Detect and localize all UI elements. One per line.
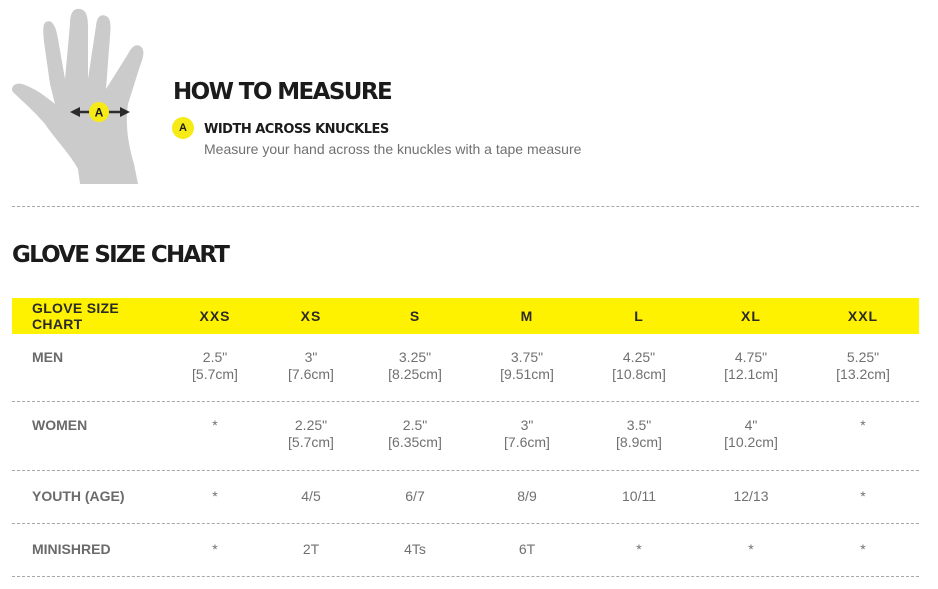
cell-inch-value: 3.5" [626,417,652,433]
table-row-youth: YOUTH (AGE) * 4/5 6/7 8/9 10/11 12/13 * [12,471,919,524]
cell-cm-value: [5.7cm] [288,434,334,450]
cell-cm-value: [10.2cm] [724,434,778,450]
table-cell: 3.75" [9.51cm] [472,349,582,383]
cell-inch-value: 10/11 [622,488,656,504]
row-label: MINISHRED [32,541,111,557]
table-cell: * [160,541,270,558]
table-row-men: MEN 2.5" [5.7cm] 3" [7.6cm] 3.25" [8.25cm] 3.75… [12,334,919,402]
table-cell: 3" [7.6cm] [472,417,582,451]
glove-size-table: GLOVE SIZE CHART XXS XS S M L XL XXL MEN… [12,298,919,577]
row-label: MEN [32,349,64,365]
table-cell: * [696,541,806,558]
cell-inch-value: * [212,541,218,557]
measurement-name: WIDTH ACROSS KNUCKLES [204,122,389,137]
how-to-measure-title: HOW TO MEASURE [173,79,393,105]
cell-inch-value: * [860,541,866,557]
cell-inch-value: 4" [744,417,758,433]
table-cell: 3.5" [8.9cm] [584,417,694,451]
cell-inch-value: 2.5" [402,417,428,433]
table-cell: 10/11 [584,488,694,505]
table-row-women: WOMEN * 2.25" [5.7cm] 2.5" [6.35cm] 3" [7.6cm] 3… [12,402,919,471]
table-cell: 5.25" [13.2cm] [808,349,918,383]
header-size-m: M [520,308,534,324]
row-label: WOMEN [32,417,88,433]
cell-inch-value: 3" [520,417,534,433]
cell-cm-value: [9.51cm] [500,366,554,382]
cell-cm-value: [7.6cm] [288,366,334,382]
hand-silhouette [12,8,144,184]
header-size-xxl: XXL [847,308,879,324]
table-cell: 2.5" [5.7cm] [160,349,270,383]
table-cell: 6/7 [360,488,470,505]
cell-inch-value: 4/5 [301,488,321,504]
table-cell: 4/5 [256,488,366,505]
measurement-description: Measure your hand across the knuckles wi… [204,141,582,157]
cell-cm-value: [10.8cm] [612,366,666,382]
table-cell: * [584,541,694,558]
cell-cm-value: [12.1cm] [724,366,778,382]
header-size-xs: XS [300,308,322,324]
glove-size-chart-title: GLOVE SIZE CHART [12,242,230,268]
cell-inch-value: 3.75" [510,349,544,365]
cell-inch-value: 4.25" [622,349,656,365]
cell-inch-value: 5.25" [846,349,880,365]
cell-cm-value: [7.6cm] [504,434,550,450]
cell-inch-value: 12/13 [733,488,769,504]
table-cell: 8/9 [472,488,582,505]
table-cell: * [808,541,918,558]
section-divider [12,206,919,207]
table-cell: 4.25" [10.8cm] [584,349,694,383]
table-cell: 3" [7.6cm] [256,349,366,383]
cell-inch-value: * [212,417,218,433]
table-cell: * [160,488,270,505]
header-size-xl: XL [741,308,761,324]
cell-cm-value: [6.35cm] [388,434,442,450]
table-header-row: GLOVE SIZE CHART XXS XS S M L XL XXL [12,298,919,334]
cell-inch-value: 6T [518,541,536,557]
header-size-l: L [634,308,644,324]
table-cell: 6T [472,541,582,558]
cell-inch-value: 2.25" [294,417,328,433]
cell-inch-value: 4Ts [404,541,426,557]
cell-inch-value: * [636,541,642,557]
cell-cm-value: [5.7cm] [192,366,238,382]
table-cell: * [808,488,918,505]
cell-inch-value: 4.75" [734,349,768,365]
table-cell: 3.25" [8.25cm] [360,349,470,383]
cell-inch-value: * [860,488,866,504]
row-label: YOUTH (AGE) [32,488,125,504]
table-cell: 2.25" [5.7cm] [256,417,366,451]
table-cell: * [808,417,918,434]
cell-inch-value: 2.5" [202,349,228,365]
cell-inch-value: 2T [302,541,320,557]
header-label: GLOVE SIZE CHART [32,300,120,332]
table-row-minishred: MINISHRED * 2T 4Ts 6T * * * [12,524,919,577]
cell-inch-value: * [860,417,866,433]
cell-cm-value: [8.25cm] [388,366,442,382]
header-size-xxs: XXS [199,308,231,324]
hand-diagram-icon: A [12,8,144,184]
header-size-s: S [409,308,421,324]
cell-cm-value: [8.9cm] [616,434,662,450]
table-cell: 4.75" [12.1cm] [696,349,806,383]
hand-marker-label: A [95,106,104,120]
cell-inch-value: 3" [304,349,318,365]
table-cell: 4" [10.2cm] [696,417,806,451]
cell-inch-value: 6/7 [405,488,425,504]
measurement-marker-badge: A [172,117,194,139]
cell-inch-value: 3.25" [398,349,432,365]
cell-cm-value: [13.2cm] [836,366,890,382]
table-cell: 2.5" [6.35cm] [360,417,470,451]
table-cell: 4Ts [360,541,470,558]
table-cell: 2T [256,541,366,558]
table-cell: * [160,417,270,434]
cell-inch-value: * [212,488,218,504]
table-cell: 12/13 [696,488,806,505]
cell-inch-value: 8/9 [517,488,537,504]
cell-inch-value: * [748,541,754,557]
